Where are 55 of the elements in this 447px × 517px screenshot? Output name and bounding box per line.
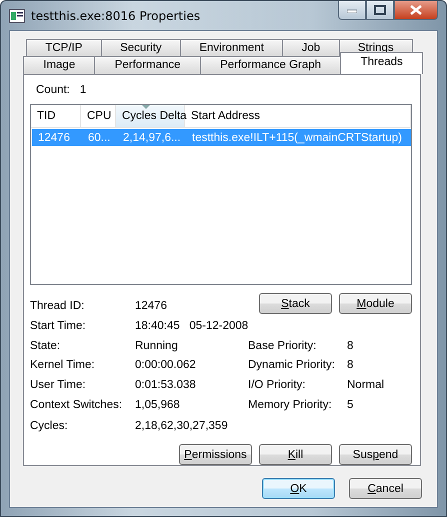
action-button[interactable]: Module	[339, 293, 412, 314]
column-header[interactable]: Start Address	[185, 105, 411, 128]
close-icon	[410, 5, 422, 15]
action-button[interactable]: Kill	[259, 444, 332, 465]
field-value: Normal	[347, 379, 384, 392]
field-value: Running	[135, 340, 179, 352]
field-label: Base Priority:	[248, 340, 318, 352]
tab[interactable]: Security	[100, 39, 182, 56]
action-button[interactable]: Suspend	[339, 444, 412, 465]
field-value: 1,05,968	[135, 398, 181, 411]
table-cell-text: 12476	[37, 132, 71, 144]
dialog-button[interactable]: OK	[262, 478, 335, 499]
tab[interactable]: Image	[23, 56, 96, 74]
table-cell-text: testthis.exe!ILT+115(_wmainCRTStartup)	[191, 132, 403, 144]
action-button[interactable]: Permissions	[179, 444, 252, 465]
tab[interactable]: Threads	[340, 52, 423, 74]
count-value: 1	[80, 84, 86, 96]
close-button[interactable]	[394, 1, 438, 20]
tab[interactable]: Performance	[94, 56, 201, 74]
tab[interactable]: TCP/IP	[26, 39, 102, 56]
field-label: User Time:	[30, 379, 87, 392]
column-header[interactable]: TID	[31, 105, 81, 128]
field-value: 12476	[135, 300, 167, 312]
field-label: State:	[30, 340, 62, 352]
field-label: Kernel Time:	[30, 359, 96, 372]
field-label: Start Time:	[30, 320, 87, 332]
field-value: 2,18,62,30,27,359	[135, 420, 229, 432]
field-value: 8	[347, 340, 354, 352]
maximize-button[interactable]	[366, 1, 394, 20]
field-value: 5	[347, 398, 354, 411]
count-label: Count:	[36, 84, 70, 96]
field-label: Context Switches:	[30, 398, 124, 411]
action-button[interactable]: Stack	[259, 293, 332, 314]
table-cell-text: 60...	[87, 132, 112, 144]
field-value: 0:01:53.038	[135, 379, 197, 392]
tab[interactable]: Performance Graph	[200, 56, 342, 74]
field-label: Thread ID:	[30, 300, 86, 312]
field-value: 8	[347, 359, 354, 372]
sort-arrow-icon	[142, 105, 150, 110]
maximize-icon	[374, 5, 386, 15]
field-label: Memory Priority:	[248, 398, 333, 411]
tab[interactable]: Job	[282, 39, 340, 56]
field-label: Cycles:	[30, 420, 69, 432]
field-value: 0:00:00.062	[135, 359, 197, 372]
field-value: 18:40:45 05-12-2008	[135, 320, 248, 332]
field-label: I/O Priority:	[248, 379, 307, 392]
dialog-button[interactable]: Cancel	[349, 478, 422, 499]
window-title: testthis.exe:8016 Properties	[31, 8, 200, 22]
minimize-button[interactable]	[338, 1, 366, 20]
column-header[interactable]: Cycles Delta	[116, 105, 185, 128]
tab[interactable]: Environment	[180, 39, 284, 56]
minimize-icon	[347, 7, 357, 13]
table-cell-text: 2,14,97,6...	[122, 132, 182, 144]
field-label: Dynamic Priority:	[248, 359, 336, 372]
window-icon	[9, 8, 25, 22]
